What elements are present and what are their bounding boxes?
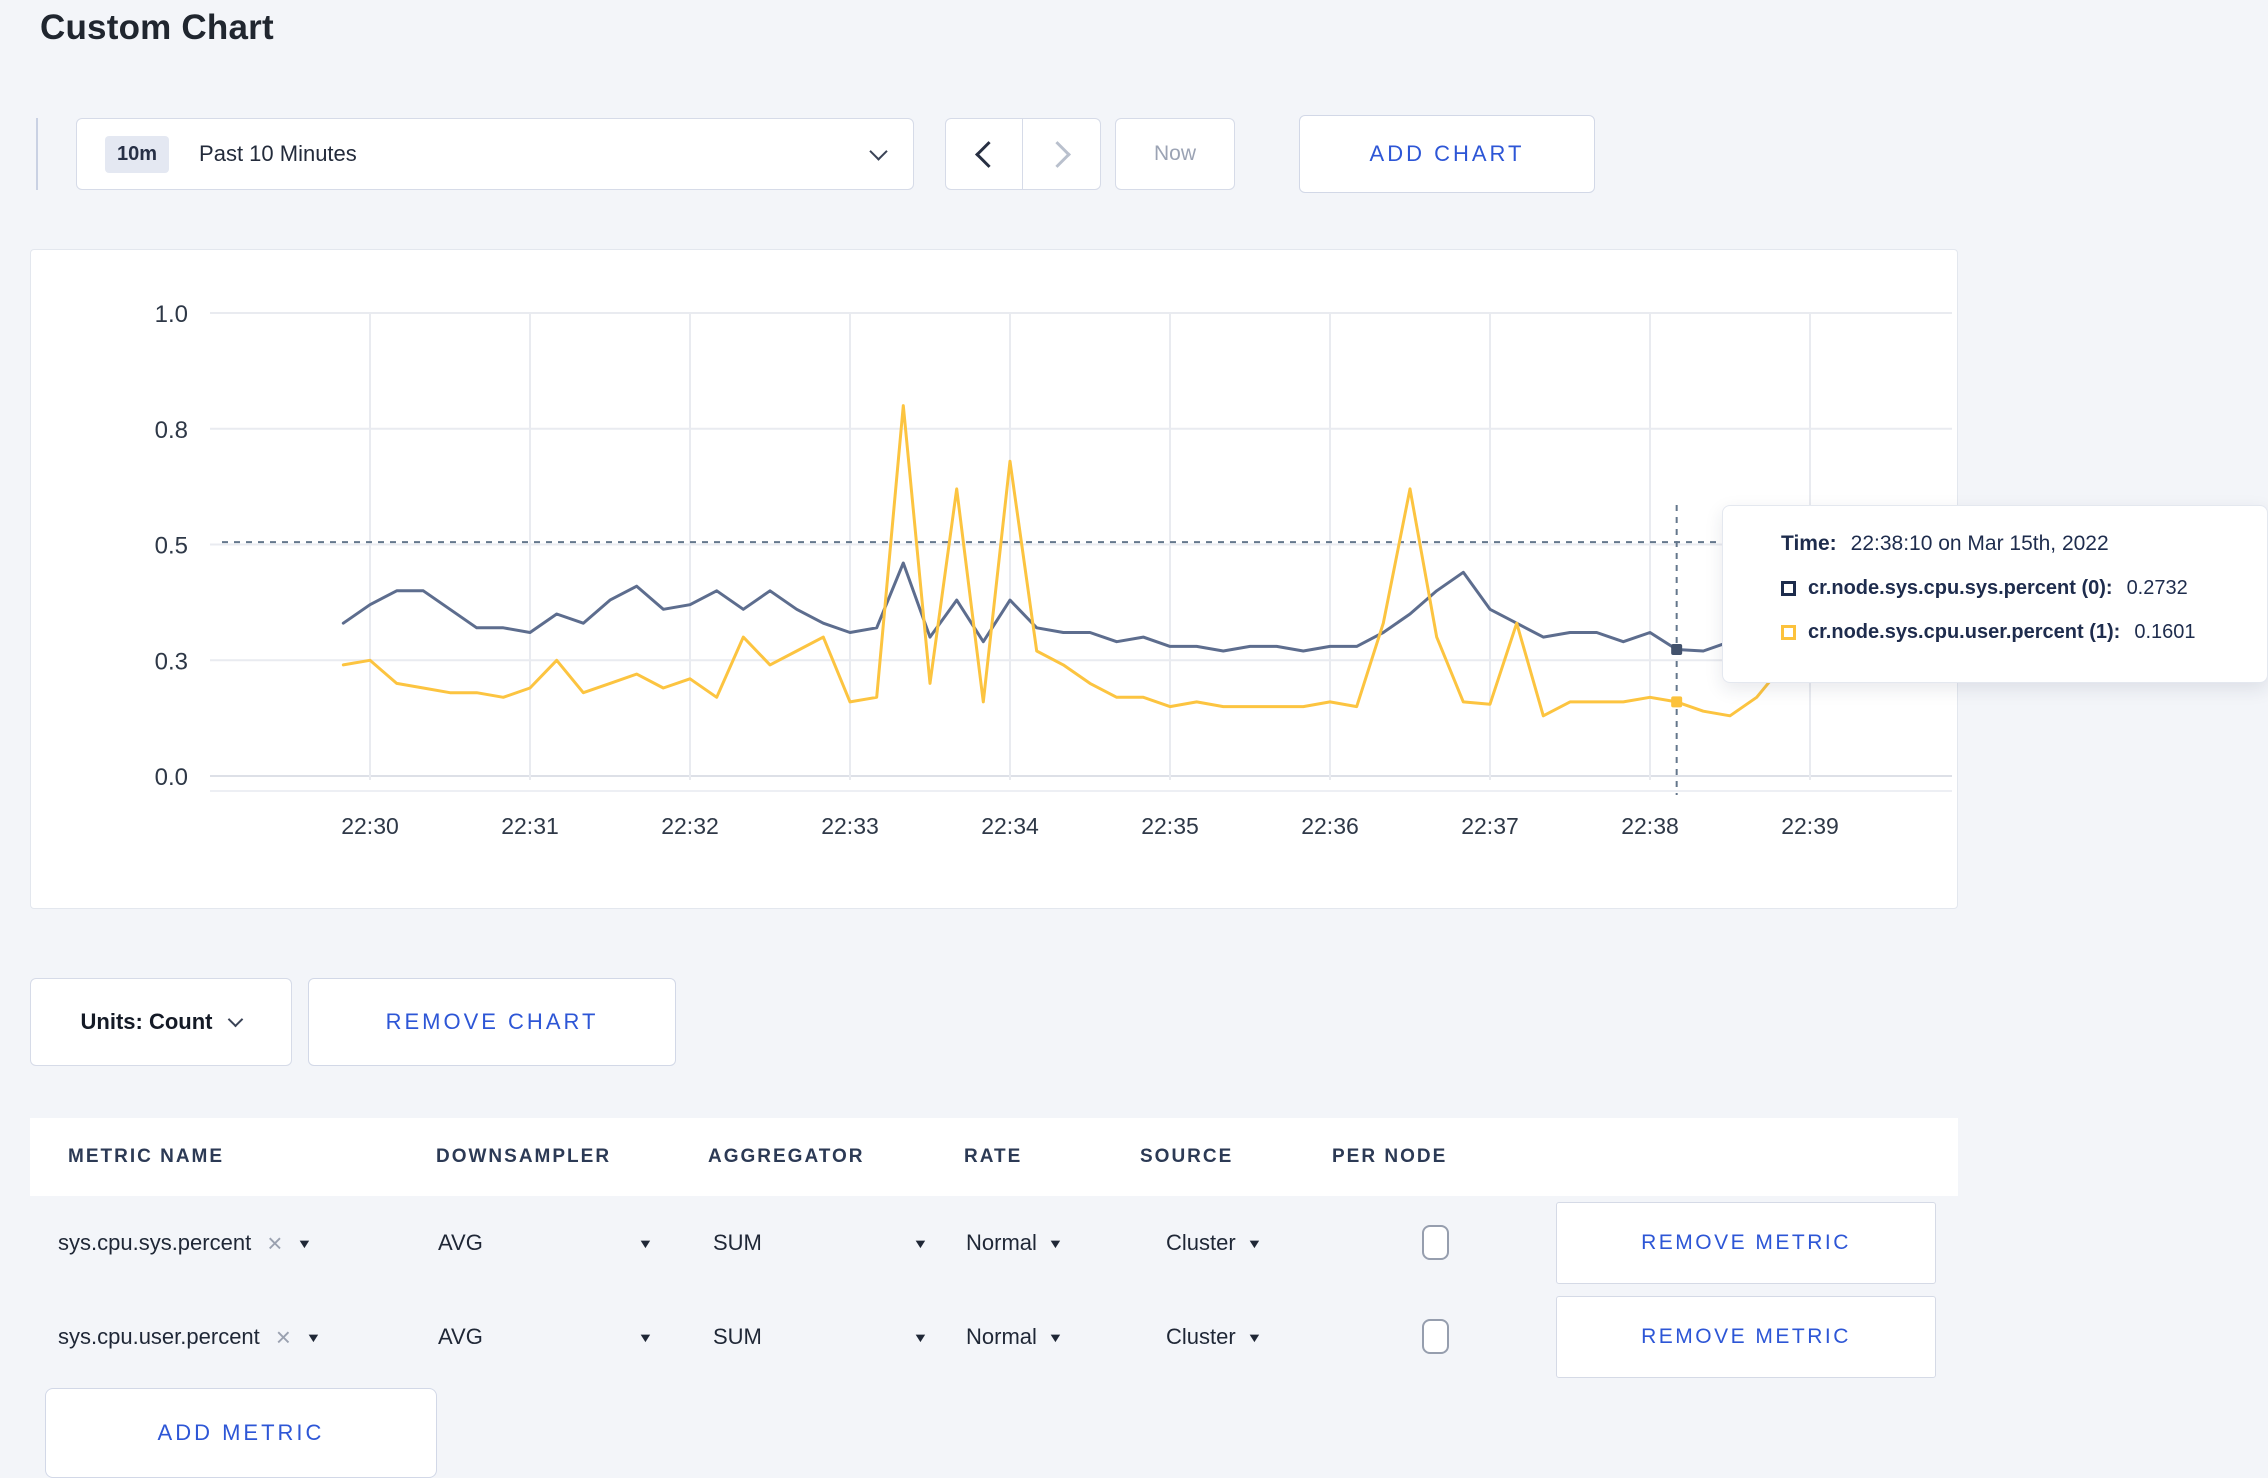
x-axis-tick-label: 22:33 <box>821 813 879 839</box>
time-forward-button[interactable] <box>1023 118 1101 190</box>
page-title: Custom Chart <box>40 8 274 47</box>
rate-value: Normal <box>966 1324 1037 1349</box>
toolbar-accent-divider <box>36 118 38 190</box>
tooltip-series-name: cr.node.sys.cpu.user.percent (1): <box>1808 621 2121 643</box>
x-axis-tick-label: 22:30 <box>341 813 399 839</box>
metrics-table-header: METRIC NAME DOWNSAMPLER AGGREGATOR RATE … <box>30 1118 1958 1196</box>
tooltip-time-value: 22:38:10 on Mar 15th, 2022 <box>1850 532 2109 555</box>
rate-value: Normal <box>966 1230 1037 1255</box>
tooltip-series-value: 0.2732 <box>2126 577 2188 599</box>
source-select[interactable]: Cluster ▼ <box>1166 1290 1263 1384</box>
x-axis-tick-label: 22:34 <box>981 813 1039 839</box>
source-select[interactable]: Cluster ▼ <box>1166 1196 1263 1290</box>
now-button[interactable]: Now <box>1115 118 1235 190</box>
x-axis-tick-label: 22:37 <box>1461 813 1519 839</box>
add-chart-button[interactable]: ADD CHART <box>1299 115 1595 193</box>
downsampler-value: AVG <box>438 1230 483 1255</box>
chart-canvas[interactable]: 0.0 0.3 0.5 0.8 1.0 22:30 22:31 22:32 22:33 22:34… <box>30 249 1958 909</box>
y-axis-tick-label: 0.3 <box>155 648 188 675</box>
caret-down-icon: ▼ <box>1047 1235 1064 1251</box>
aggregator-value: SUM <box>713 1324 762 1349</box>
caret-down-icon: ▼ <box>637 1235 654 1251</box>
series-user-swatch-icon <box>1781 625 1796 640</box>
x-axis-tick-label: 22:32 <box>661 813 719 839</box>
y-axis-tick-label: 1.0 <box>155 301 188 328</box>
x-axis-tick-label: 22:38 <box>1621 813 1679 839</box>
y-axis-tick-label: 0.8 <box>155 417 188 444</box>
units-select[interactable]: Units: Count <box>30 978 292 1066</box>
source-value: Cluster <box>1166 1230 1236 1255</box>
caret-down-icon: ▼ <box>637 1329 654 1345</box>
chevron-right-icon <box>1044 140 1071 168</box>
time-range-badge: 10m <box>105 135 170 173</box>
aggregator-select[interactable]: SUM ▼ <box>713 1196 929 1290</box>
rate-select[interactable]: Normal ▼ <box>966 1290 1064 1384</box>
remove-metric-button[interactable]: REMOVE METRIC <box>1556 1296 1936 1378</box>
col-header-aggregator: AGGREGATOR <box>708 1146 865 1167</box>
downsampler-value: AVG <box>438 1324 483 1349</box>
x-axis-tick-label: 22:35 <box>1141 813 1199 839</box>
remove-chart-button[interactable]: REMOVE CHART <box>308 978 676 1066</box>
series-sys-swatch-icon <box>1781 581 1796 596</box>
time-back-button[interactable] <box>945 118 1023 190</box>
rate-select[interactable]: Normal ▼ <box>966 1196 1064 1290</box>
series-line-sys <box>341 561 1839 653</box>
chevron-left-icon <box>974 140 1002 168</box>
metric-name-value: sys.cpu.sys.percent <box>58 1230 252 1255</box>
aggregator-value: SUM <box>713 1230 762 1255</box>
time-range-label: Past 10 Minutes <box>199 141 357 166</box>
metric-name-select[interactable]: sys.cpu.sys.percent × ▼ <box>58 1196 313 1290</box>
metric-name-select[interactable]: sys.cpu.user.percent × ▼ <box>58 1290 321 1384</box>
caret-down-icon: ▼ <box>912 1329 929 1345</box>
metric-row: sys.cpu.user.percent × ▼ AVG ▼ SUM ▼ Nor… <box>30 1290 1958 1384</box>
aggregator-select[interactable]: SUM ▼ <box>713 1290 929 1384</box>
clear-metric-icon[interactable]: × <box>276 1324 291 1350</box>
custom-chart-page: Custom Chart 10m Past 10 Minutes Now ADD… <box>0 0 2268 1478</box>
crosshair-point-sys <box>1671 644 1683 656</box>
caret-down-icon: ▼ <box>1246 1329 1263 1345</box>
clear-metric-icon[interactable]: × <box>267 1230 282 1256</box>
y-axis-tick-label: 0.0 <box>155 764 188 791</box>
x-axis-tick-label: 22:31 <box>501 813 559 839</box>
series-line-user <box>341 404 1839 718</box>
col-header-source: SOURCE <box>1140 1146 1234 1167</box>
per-node-checkbox[interactable] <box>1422 1319 1449 1354</box>
per-node-checkbox[interactable] <box>1422 1225 1449 1260</box>
source-value: Cluster <box>1166 1324 1236 1349</box>
caret-down-icon[interactable]: ▼ <box>297 1236 313 1251</box>
caret-down-icon: ▼ <box>912 1235 929 1251</box>
tooltip-time-label: Time: <box>1781 532 1837 555</box>
remove-metric-button[interactable]: REMOVE METRIC <box>1556 1202 1936 1284</box>
crosshair-point-user <box>1671 696 1683 708</box>
col-header-downsampler: DOWNSAMPLER <box>436 1146 612 1167</box>
time-range-select[interactable]: 10m Past 10 Minutes <box>76 118 914 190</box>
caret-down-icon[interactable]: ▼ <box>305 1330 321 1345</box>
tooltip-series-name: cr.node.sys.cpu.sys.percent (0): <box>1808 577 2113 599</box>
chart-tooltip: Time: 22:38:10 on Mar 15th, 2022 cr.node… <box>1722 505 2268 683</box>
downsampler-select[interactable]: AVG ▼ <box>438 1196 654 1290</box>
caret-down-icon: ▼ <box>1246 1235 1263 1251</box>
x-axis-tick-label: 22:39 <box>1781 813 1839 839</box>
units-label: Units: Count <box>80 1009 213 1034</box>
x-axis-tick-label: 22:36 <box>1301 813 1359 839</box>
col-header-metric-name: METRIC NAME <box>68 1146 225 1167</box>
col-header-per-node: PER NODE <box>1332 1146 1448 1167</box>
downsampler-select[interactable]: AVG ▼ <box>438 1290 654 1384</box>
chevron-down-icon <box>869 142 888 161</box>
metric-name-value: sys.cpu.user.percent <box>58 1324 260 1349</box>
tooltip-series-value: 0.1601 <box>2134 621 2196 643</box>
metric-row: sys.cpu.sys.percent × ▼ AVG ▼ SUM ▼ Norm… <box>30 1196 1958 1290</box>
col-header-rate: RATE <box>964 1146 1023 1167</box>
chevron-down-icon <box>228 1011 244 1028</box>
add-metric-button[interactable]: ADD METRIC <box>45 1388 437 1478</box>
time-nav-group <box>945 118 1101 190</box>
y-axis-tick-label: 0.5 <box>155 533 188 560</box>
caret-down-icon: ▼ <box>1047 1329 1064 1345</box>
